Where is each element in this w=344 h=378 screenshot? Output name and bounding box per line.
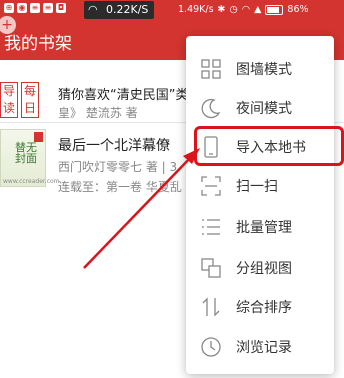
status-bar: ⊕ ◉ ≡ ≡ ◘ ◠ 0.22K/S 1.49K/s ✱ ◷ ◠ ▲ 86% [0,0,344,20]
book-title: 最后一个北洋幕僚 [58,138,170,154]
book-title: 猜你喜欢“清史民国”类 [58,88,189,103]
daily-guide-badge: 导读 [0,82,18,118]
battery-icon [265,4,284,15]
sort-icon [202,297,220,317]
wifi-signal-icon: ◠ [241,4,251,15]
bluetooth-icon: ✱ [217,4,226,15]
scan-icon [201,176,221,196]
daily-badge: 每日 [21,82,39,118]
menu-label: 浏览记录 [236,340,292,356]
signal-icon: ▲ [254,4,262,15]
wifi-icon: ◠ [88,3,98,16]
menu-label: 图墙模式 [236,62,292,78]
menu-label: 分组视图 [236,261,292,277]
menu-item-sort[interactable]: 综合排序 [186,288,334,324]
book-cover: 替无封面 www.ccreader.com [0,129,60,187]
cover-caption: www.ccreader.com [3,178,60,185]
menu-label: 批量管理 [236,220,292,236]
speed-text: 0.22K/S [106,3,149,16]
menu-item-history[interactable]: 浏览记录 [186,328,334,364]
grid-icon [201,59,221,79]
group-icon [201,258,221,278]
status-icons-left: ⊕ ◉ ≡ ≡ ◘ [4,3,66,13]
cover-text: 替无封面 [15,141,37,165]
notification-icon: ≡ [30,3,40,13]
menu-label: 综合排序 [236,300,292,316]
book-author: 西门吹灯零零七 著 | 3 [58,160,178,174]
moon-icon [201,98,221,119]
page-title: 我的书架 [4,34,72,54]
book-progress: 连载至：第一卷 华夏乱 [58,180,182,194]
app-notification-icon: ⊕ [4,3,14,13]
alarm-icon: ◷ [229,4,238,15]
overflow-menu: 图墙模式 夜间模式 导入本地书 扫一扫 批量管理 分组视图 综合排序 浏览记录 [186,36,334,374]
status-icons-right: 1.49K/s ✱ ◷ ◠ ▲ 86% [178,4,309,15]
menu-item-batch-manage[interactable]: 批量管理 [186,208,334,244]
net-rate-text: 1.49K/s [178,4,214,15]
menu-label: 夜间模式 [236,101,292,117]
notification-icon: ◉ [17,3,27,13]
menu-item-scan[interactable]: 扫一扫 [186,167,334,203]
list-icon [202,219,220,235]
highlight-box [194,126,344,166]
menu-item-night-mode[interactable]: 夜间模式 [186,89,334,125]
clock-icon [201,337,221,357]
battery-text: 86% [287,4,309,15]
menu-item-wall-mode[interactable]: 图墙模式 [186,50,334,86]
menu-item-group-view[interactable]: 分组视图 [186,249,334,285]
book-subtitle: 皇》 楚流苏 著 [58,106,138,120]
menu-label: 扫一扫 [236,179,278,195]
network-speed-toast: ◠ 0.22K/S [84,1,155,19]
notification-icon: ≡ [43,3,53,13]
notification-icon: ◘ [56,3,66,13]
